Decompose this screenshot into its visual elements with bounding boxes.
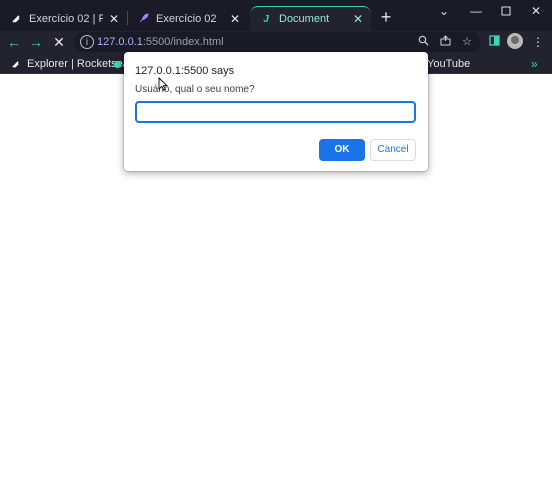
bookmark-youtube[interactable]: YouTube: [427, 56, 470, 72]
ok-button[interactable]: OK: [319, 139, 365, 161]
share-icon[interactable]: [438, 35, 452, 49]
maximize-icon[interactable]: [492, 2, 520, 20]
mouse-pointer-icon: [158, 77, 168, 91]
prompt-input[interactable]: [135, 101, 416, 123]
close-window-icon[interactable]: ✕: [522, 2, 550, 20]
tab-strip: Exercício 02 | Rocketseat ✕ Exercício 02…: [0, 0, 552, 31]
tab-title: Exercício 02: [156, 12, 217, 25]
browser-window: Exercício 02 | Rocketseat ✕ Exercício 02…: [0, 0, 552, 486]
globe-icon: [112, 59, 123, 70]
address-bar[interactable]: i 127.0.0.1:5500/index.html ☆: [74, 32, 480, 52]
close-tab-icon[interactable]: ✕: [351, 12, 365, 26]
new-tab-button[interactable]: +: [378, 8, 394, 26]
forward-arrow-icon[interactable]: →: [27, 33, 45, 51]
menu-kebab-icon[interactable]: ⋮: [530, 34, 546, 50]
bookmark-label: YouTube: [427, 58, 471, 70]
cancel-button[interactable]: Cancel: [370, 139, 416, 161]
stop-loading-icon[interactable]: ✕: [50, 33, 68, 51]
profile-avatar[interactable]: [507, 33, 523, 49]
tab-rocketseat[interactable]: Exercício 02 | Rocketseat ✕: [0, 6, 127, 31]
rocketseat-icon: [10, 59, 21, 70]
url-text[interactable]: 127.0.0.1:5500/index.html: [97, 35, 224, 49]
minimize-icon[interactable]: —: [462, 2, 490, 20]
toolbar: ← → ✕ i 127.0.0.1:5500/index.html ☆ ⋮: [0, 31, 552, 53]
side-panel-icon[interactable]: [486, 34, 502, 50]
javascript-icon: J: [263, 13, 269, 25]
dialog-message: Usuário, qual o seu nome?: [135, 84, 255, 95]
tab-search-chevron-icon[interactable]: ⌄: [430, 2, 458, 20]
tab-document-active[interactable]: J Document ✕: [250, 6, 371, 31]
rocket-icon: [137, 13, 149, 25]
site-info-icon[interactable]: i: [80, 35, 94, 49]
rocketseat-icon: [10, 13, 22, 25]
zoom-icon[interactable]: [416, 35, 430, 49]
tab-title: Exercício 02 | Rocketseat: [29, 12, 103, 25]
more-bookmarks-icon[interactable]: »: [531, 56, 538, 72]
close-tab-icon[interactable]: ✕: [107, 12, 121, 26]
tab-title: Document: [279, 13, 330, 25]
bookmark-star-icon[interactable]: ☆: [460, 35, 474, 49]
dialog-title: 127.0.0.1:5500 says: [135, 65, 235, 77]
tab-exercicio[interactable]: Exercício 02 ✕: [127, 6, 248, 31]
back-arrow-icon[interactable]: ←: [5, 33, 23, 51]
close-tab-icon[interactable]: ✕: [228, 12, 242, 26]
prompt-dialog: 127.0.0.1:5500 says Usuário, qual o seu …: [124, 52, 428, 171]
